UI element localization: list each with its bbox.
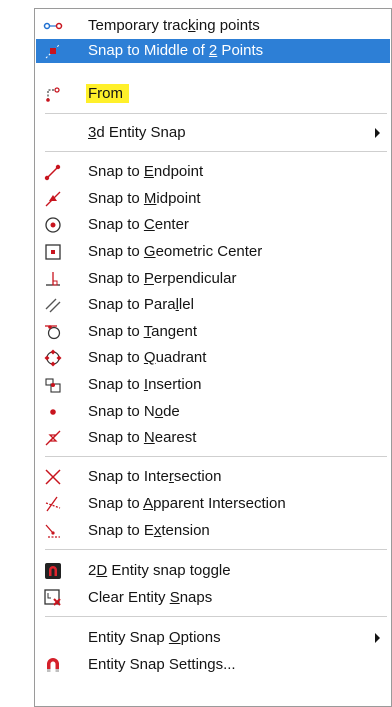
menu-separator	[45, 113, 387, 114]
endpoint-icon	[43, 162, 63, 182]
menu-item-label: Snap to Quadrant	[88, 349, 207, 366]
menu-item-snap-parallel[interactable]: Snap to Parallel	[36, 292, 390, 318]
menu-item-label: Snap to Perpendicular	[88, 270, 237, 287]
insertion-icon	[43, 375, 63, 395]
menu-item-label: Snap to Middle of 2 Points	[88, 42, 264, 59]
menu-item-label: Snap to Intersection	[88, 468, 222, 485]
menu-item-label: Snap to Midpoint	[88, 190, 201, 207]
menu-separator	[45, 549, 387, 550]
menu-item-label: 3d Entity Snap	[88, 124, 186, 141]
entity-snap-toggle-icon	[43, 561, 63, 581]
menu-item-snap-extension[interactable]: Snap to Extension	[36, 518, 390, 544]
intersection-icon	[43, 467, 63, 487]
menu-item-label: Clear Entity Snaps	[88, 589, 213, 606]
menu-item-snap-quadrant[interactable]: Snap to Quadrant	[36, 345, 390, 371]
quadrant-icon	[43, 348, 63, 368]
perpendicular-icon	[43, 269, 63, 289]
nearest-icon	[43, 428, 63, 448]
apparent-intersection-icon	[43, 494, 63, 514]
menu-item-snap-node[interactable]: Snap to Node	[36, 399, 390, 425]
menu-item-label: Snap to Center	[88, 216, 189, 233]
menu-item-2d-entity-snap-toggle[interactable]: 2D Entity snap toggle	[36, 558, 390, 584]
clear-entity-snaps-icon	[43, 588, 63, 608]
menu-item-label: Snap to Parallel	[88, 296, 194, 313]
menu-item-label: Temporary tracking points	[88, 17, 260, 34]
extension-icon	[43, 521, 63, 541]
menu-item-label: Snap to Insertion	[88, 376, 202, 393]
geometric-center-icon	[43, 242, 63, 262]
menu-item-label: 2D Entity snap toggle	[88, 562, 231, 579]
menu-item-label: Snap to Geometric Center	[88, 243, 263, 260]
midpoint-icon	[43, 189, 63, 209]
menu-item-from[interactable]: From	[36, 81, 390, 107]
menu-item-label: Snap to Tangent	[88, 323, 197, 340]
parallel-icon	[43, 295, 63, 315]
menu-separator	[45, 456, 387, 457]
menu-item-3d-entity-snap[interactable]: 3d Entity Snap	[36, 120, 390, 146]
menu-item-label: Snap to Endpoint	[88, 163, 204, 180]
center-icon	[43, 215, 63, 235]
menu-item-label: Snap to Extension	[88, 522, 210, 539]
menu-separator	[45, 616, 387, 617]
menu-item-temporary-tracking-points[interactable]: Temporary tracking points	[36, 13, 390, 39]
menu-item-snap-tangent[interactable]: Snap to Tangent	[36, 319, 390, 345]
menu-item-snap-apparent-intersection[interactable]: Snap to Apparent Intersection	[36, 491, 390, 517]
menu-item-snap-endpoint[interactable]: Snap to Endpoint	[36, 159, 390, 185]
menu-item-snap-perpendicular[interactable]: Snap to Perpendicular	[36, 266, 390, 292]
from-icon	[43, 84, 63, 104]
context-menu: Temporary tracking points Snap to Middle…	[34, 8, 392, 707]
menu-item-snap-intersection[interactable]: Snap to Intersection	[36, 464, 390, 490]
menu-item-label: Entity Snap Options	[88, 629, 221, 646]
menu-item-entity-snap-options[interactable]: Entity Snap Options	[36, 625, 390, 651]
submenu-arrow-icon	[375, 633, 380, 643]
menu-item-snap-insertion[interactable]: Snap to Insertion	[36, 372, 390, 398]
menu-item-clear-entity-snaps[interactable]: Clear Entity Snaps	[36, 585, 390, 611]
menu-item-snap-middle-two-points[interactable]: Snap to Middle of 2 Points	[36, 39, 390, 63]
menu-item-label: Snap to Apparent Intersection	[88, 495, 286, 512]
menu-item-label: Entity Snap Settings...	[88, 656, 236, 673]
menu-item-snap-nearest[interactable]: Snap to Nearest	[36, 425, 390, 451]
menu-item-snap-geometric-center[interactable]: Snap to Geometric Center	[36, 239, 390, 265]
node-icon	[43, 402, 63, 422]
menu-item-label: Snap to Node	[88, 403, 180, 420]
submenu-arrow-icon	[375, 128, 380, 138]
menu-item-label: From	[86, 84, 129, 103]
tracking-points-icon	[43, 16, 63, 36]
menu-item-snap-midpoint[interactable]: Snap to Midpoint	[36, 186, 390, 212]
tangent-icon	[43, 322, 63, 342]
menu-item-label: Snap to Nearest	[88, 429, 197, 446]
menu-item-snap-center[interactable]: Snap to Center	[36, 212, 390, 238]
menu-item-entity-snap-settings[interactable]: Entity Snap Settings...	[36, 652, 390, 678]
snap-middle-two-points-icon	[43, 41, 63, 61]
entity-snap-settings-icon	[43, 655, 63, 675]
menu-separator	[45, 151, 387, 152]
